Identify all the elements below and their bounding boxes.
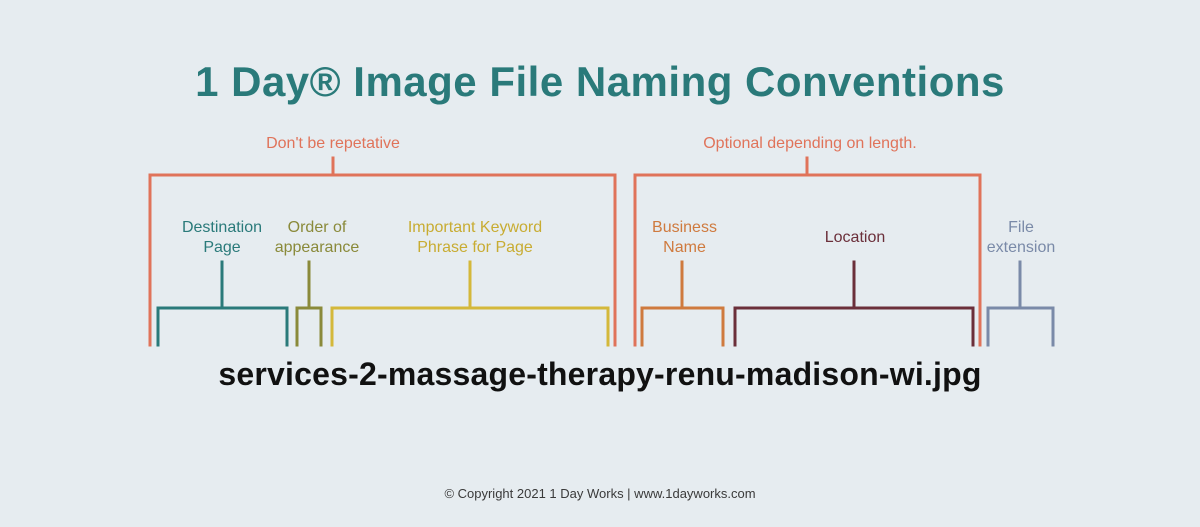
label-destination-page: DestinationPage	[160, 218, 284, 258]
page-title: 1 Day® Image File Naming Conventions	[0, 58, 1200, 106]
label-business-name: BusinessName	[632, 218, 737, 258]
label-file-extension: Fileextension	[966, 218, 1076, 258]
label-location: Location	[790, 228, 920, 248]
example-filename: services-2-massage-therapy-renu-madison-…	[0, 356, 1200, 393]
note-dont-repeat: Don't be repetative	[200, 135, 466, 153]
label-keyword-phrase: Important KeywordPhrase for Page	[380, 218, 570, 258]
label-order-of-appearance: Order ofappearance	[262, 218, 372, 258]
footer-copyright: © Copyright 2021 1 Day Works | www.1dayw…	[0, 486, 1200, 501]
note-optional: Optional depending on length.	[670, 135, 950, 153]
